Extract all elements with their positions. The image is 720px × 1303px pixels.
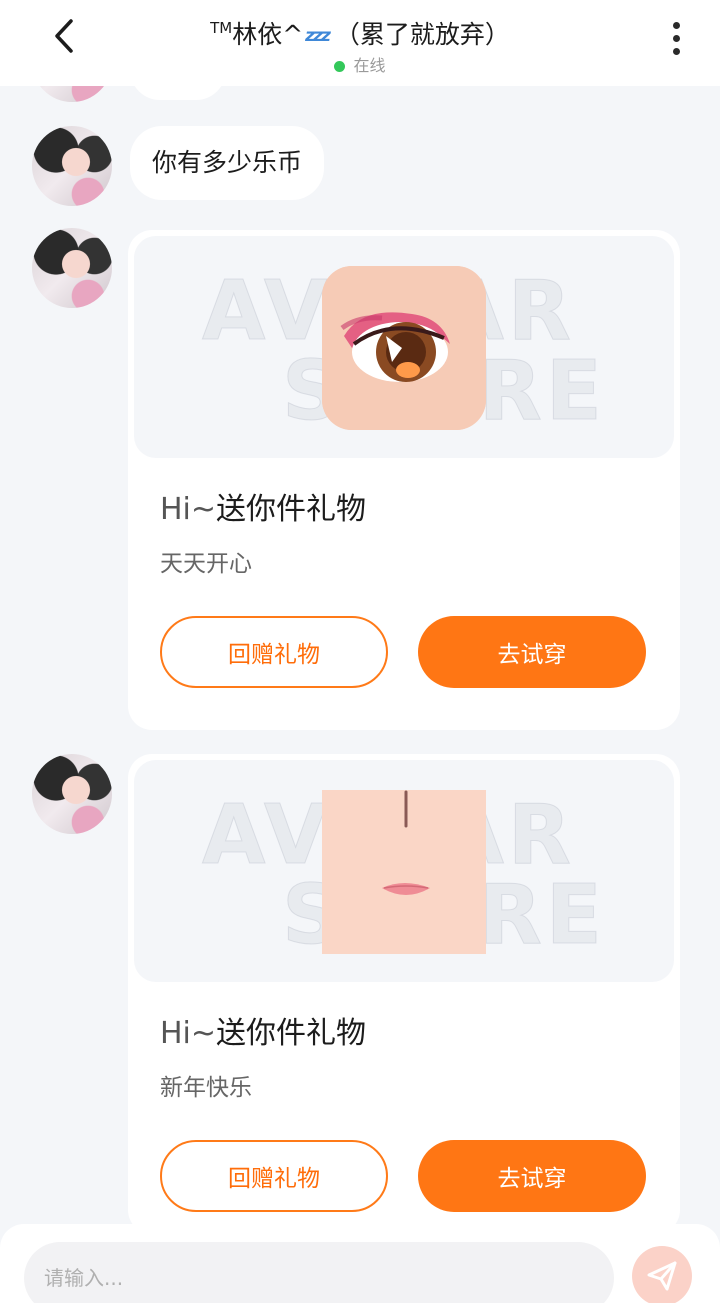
more-dot-icon — [672, 47, 680, 55]
gift-image-area: AVATAR STORE — [134, 236, 674, 458]
send-icon — [647, 1261, 677, 1291]
face-icon — [322, 790, 486, 954]
gift-eye-thumbnail — [322, 266, 486, 430]
gift-card[interactable]: AVATAR STORE Hi~送你件礼物 新年快乐 回赠礼物 去试穿 — [128, 754, 680, 1234]
title-suffix: （累了就放弃） — [334, 20, 510, 49]
chevron-left-icon — [55, 19, 73, 53]
message-input-bar — [0, 1224, 720, 1303]
status-label: 在线 — [353, 56, 386, 75]
message-input[interactable] — [24, 1242, 614, 1303]
try-on-button[interactable]: 去试穿 — [418, 616, 646, 688]
eye-icon — [322, 266, 486, 430]
more-dot-icon — [672, 34, 680, 42]
gift-face-thumbnail — [322, 790, 486, 954]
more-dot-icon — [672, 21, 680, 29]
chat-title-area: TM林依^ zzz （累了就放弃） 在线 — [120, 10, 600, 76]
more-options-button[interactable] — [664, 18, 688, 58]
contact-name[interactable]: TM林依^ zzz （累了就放弃） — [120, 10, 600, 54]
return-gift-button[interactable]: 回赠礼物 — [160, 616, 388, 688]
gift-card-title: Hi~送你件礼物 — [160, 492, 367, 527]
online-dot-icon — [334, 60, 346, 72]
gift-card-title: Hi~送你件礼物 — [160, 1016, 367, 1051]
return-gift-button[interactable]: 回赠礼物 — [160, 1140, 388, 1212]
back-button[interactable] — [44, 16, 84, 56]
gift-image-area: AVATAR STORE — [134, 760, 674, 982]
send-button[interactable] — [632, 1246, 692, 1303]
title-prefix: TM — [210, 19, 233, 37]
online-status: 在线 — [120, 56, 600, 76]
sleep-emoji-icon: zzz — [305, 26, 331, 46]
contact-avatar[interactable] — [32, 228, 112, 308]
gift-card-message: 新年快乐 — [160, 1075, 252, 1101]
contact-avatar[interactable] — [32, 754, 112, 834]
chat-header: TM林依^ zzz （累了就放弃） 在线 — [0, 0, 720, 86]
message-text: 你有多少乐币 — [152, 148, 303, 177]
gift-card[interactable]: AVATAR STORE Hi~送你件礼物 天天开心 回赠礼物 去试穿 — [128, 230, 680, 730]
message-bubble[interactable]: 你有多少乐币 — [130, 126, 325, 200]
contact-avatar[interactable] — [32, 126, 112, 206]
title-name: 林依^ — [232, 20, 304, 49]
gift-card-message: 天天开心 — [160, 551, 252, 577]
try-on-button[interactable]: 去试穿 — [418, 1140, 646, 1212]
